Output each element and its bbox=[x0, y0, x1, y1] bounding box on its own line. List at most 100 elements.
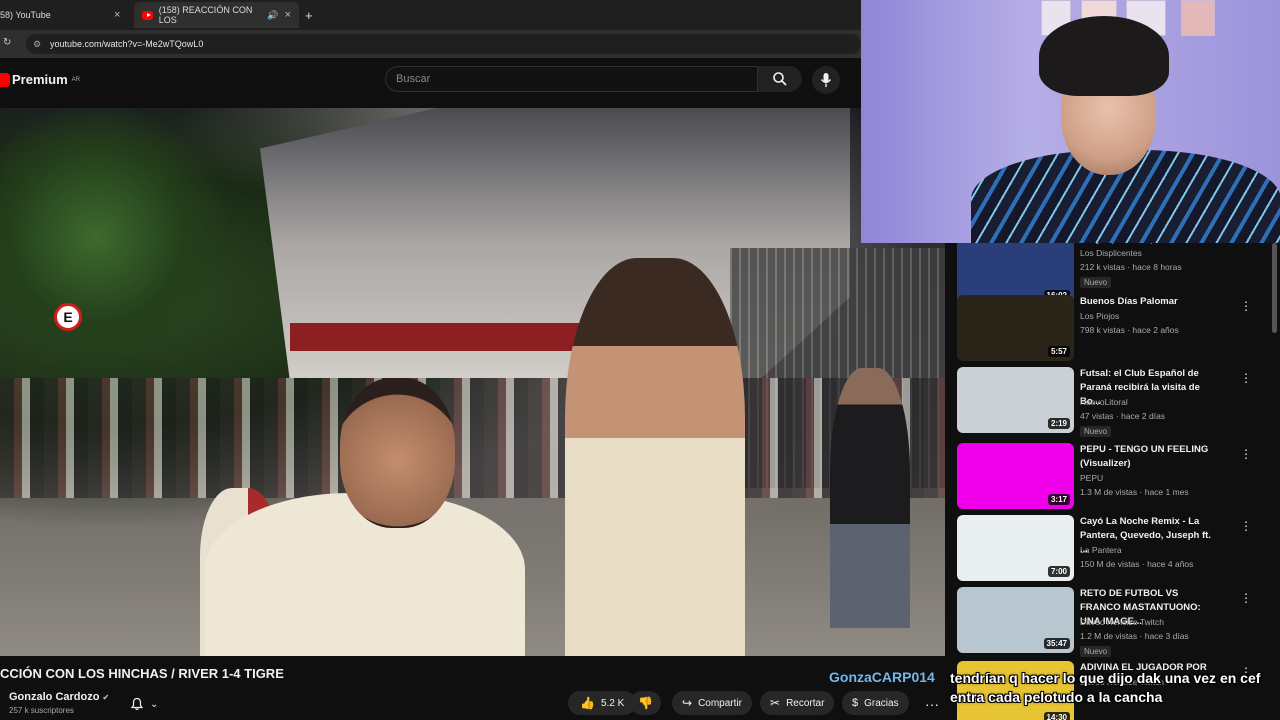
like-button[interactable]: 👍 5.2 K bbox=[568, 691, 637, 715]
notification-bell-button[interactable]: ⌄ bbox=[130, 694, 166, 714]
video-channel[interactable]: Davoo Xeneize Twitch bbox=[1080, 617, 1164, 627]
video-duration: 3:17 bbox=[1047, 494, 1070, 505]
dislike-button[interactable]: 👎 bbox=[630, 691, 661, 715]
logo-text: Premium bbox=[12, 72, 68, 87]
video-thumbnail[interactable]: 3:17 bbox=[957, 443, 1074, 509]
video-player[interactable]: E bbox=[0, 108, 945, 656]
site-info-icon[interactable]: ⚙ bbox=[33, 34, 41, 54]
sidebar-scrollbar[interactable] bbox=[1272, 243, 1277, 333]
like-count: 5.2 K bbox=[600, 697, 625, 709]
clip-button[interactable]: ✂ Recortar bbox=[760, 691, 835, 715]
close-icon[interactable]: × bbox=[114, 9, 120, 21]
more-options-icon[interactable]: ⋮ bbox=[1240, 591, 1252, 605]
video-duration: 2:19 bbox=[1047, 418, 1070, 429]
streamer-hair bbox=[1039, 16, 1169, 96]
tab-youtube[interactable]: 58) YouTube bbox=[0, 2, 51, 28]
chat-username: GonzaCARP014 bbox=[829, 669, 935, 685]
tab-active-video[interactable]: (158) REACCIÓN CON LOS 🔊 × bbox=[134, 2, 299, 28]
url-input[interactable]: ⚙ youtube.com/watch?v=-Me2wTQowL0 bbox=[26, 34, 861, 54]
share-button[interactable]: ↪ Compartir bbox=[672, 691, 752, 715]
channel-name[interactable]: Gonzalo Cardozo ✔ bbox=[9, 691, 109, 703]
video-views-age: 1.3 M de vistas · hace 1 mes bbox=[1080, 487, 1189, 497]
youtube-logo-icon bbox=[0, 72, 10, 87]
related-videos-sidebar: 16:02Amigos | Torneo Apertura 2025Los Di… bbox=[945, 243, 1280, 720]
wall-poster bbox=[1181, 0, 1215, 36]
channel-name-text[interactable]: Gonzalo Cardozo bbox=[9, 691, 99, 703]
thanks-icon: $ bbox=[852, 697, 859, 709]
new-badge: Nuevo bbox=[1080, 646, 1112, 657]
video-channel[interactable]: NuevoLitoral bbox=[1080, 397, 1128, 407]
sidebar-video-item[interactable]: 7:00 Cayó La Noche Remix - La Pantera, Qu… bbox=[957, 515, 1257, 581]
streamer-webcam bbox=[861, 0, 1280, 243]
video-views-age: 150 M de vistas · hace 4 años bbox=[1080, 559, 1194, 569]
search-input[interactable]: Buscar bbox=[385, 66, 758, 92]
video-person-reporter bbox=[565, 258, 745, 656]
video-channel[interactable]: PEPU bbox=[1080, 473, 1103, 483]
plus-icon[interactable]: + bbox=[305, 8, 313, 23]
video-views-age: 212 k vistas · hace 8 horas bbox=[1080, 262, 1182, 272]
subscriber-count: 257 k suscriptores bbox=[9, 706, 74, 715]
verified-icon: ✔ bbox=[102, 693, 110, 702]
video-person-walker bbox=[830, 368, 910, 628]
search-icon bbox=[773, 72, 787, 86]
thumbs-up-icon: 👍 bbox=[580, 696, 595, 710]
sidebar-video-item[interactable]: 2:19 Futsal: el Club Español de Paraná re… bbox=[957, 367, 1257, 437]
tab-label: 58) YouTube bbox=[0, 10, 51, 20]
video-views-age: 1.2 M de vistas · hace 3 días bbox=[1080, 631, 1189, 641]
more-options-icon[interactable]: ⋮ bbox=[1240, 447, 1252, 461]
no-parking-sign: E bbox=[54, 303, 82, 331]
region-code: AR bbox=[71, 76, 80, 83]
video-thumbnail[interactable]: 5:57 bbox=[957, 295, 1074, 361]
video-scene-stadium-band bbox=[290, 323, 580, 351]
tab-label: (158) REACCIÓN CON LOS bbox=[158, 5, 253, 25]
video-person-face bbox=[340, 378, 455, 528]
new-tab-button[interactable]: + bbox=[305, 2, 313, 28]
sidebar-video-item[interactable]: 35:47 RETO DE FUTBOL VS FRANCO MASTANTUON… bbox=[957, 587, 1257, 657]
video-channel[interactable]: La Pantera bbox=[1080, 545, 1122, 555]
browser-tabbar: 58) YouTube × (158) REACCIÓN CON LOS 🔊 ×… bbox=[0, 0, 861, 30]
close-icon[interactable]: × bbox=[285, 9, 291, 21]
clip-label: Recortar bbox=[786, 697, 825, 709]
video-thumbnail[interactable]: 2:19 bbox=[957, 367, 1074, 433]
reload-icon[interactable]: ↻ bbox=[3, 37, 11, 48]
video-views-age: 798 k vistas · hace 2 años bbox=[1080, 325, 1179, 335]
video-duration: 14:30 bbox=[1043, 712, 1070, 720]
video-views-age: 47 vistas · hace 2 días bbox=[1080, 411, 1166, 421]
sidebar-video-item[interactable]: 3:17 PEPU - TENGO UN FEELING (Visualizer)… bbox=[957, 443, 1257, 509]
video-title[interactable]: Buenos Días Palomar bbox=[1080, 295, 1220, 309]
video-scene-crowd bbox=[0, 378, 945, 498]
bell-icon bbox=[130, 697, 144, 711]
video-thumbnail[interactable]: 7:00 bbox=[957, 515, 1074, 581]
share-label: Compartir bbox=[698, 697, 742, 709]
search-button[interactable] bbox=[758, 66, 802, 92]
sidebar-video-item[interactable]: 5:57 Buenos Días Palomar Los Piojos 798 k v… bbox=[957, 295, 1257, 361]
url-text: youtube.com/watch?v=-Me2wTQowL0 bbox=[50, 39, 204, 49]
video-scene-trees bbox=[0, 108, 240, 368]
video-channel[interactable]: Los Piojos bbox=[1080, 311, 1119, 321]
chevron-down-icon[interactable]: ⌄ bbox=[150, 699, 158, 710]
new-badge: Nuevo bbox=[1080, 277, 1112, 288]
youtube-header: Premium AR Buscar bbox=[0, 58, 861, 108]
new-badge: Nuevo bbox=[1080, 426, 1112, 437]
chat-message: tendrían q hacer lo que dijo dak una vez… bbox=[950, 670, 1261, 705]
video-title: CCIÓN CON LOS HINCHAS / RIVER 1-4 TIGRE bbox=[0, 666, 284, 681]
speaker-icon[interactable]: 🔊 bbox=[267, 10, 278, 21]
thanks-button[interactable]: $ Gracias bbox=[842, 691, 909, 715]
share-icon: ↪ bbox=[682, 696, 693, 710]
more-actions-button[interactable]: ··· bbox=[925, 696, 939, 712]
voice-search-button[interactable] bbox=[812, 66, 840, 94]
video-title[interactable]: PEPU - TENGO UN FEELING (Visualizer) bbox=[1080, 443, 1220, 471]
microphone-icon bbox=[820, 73, 832, 87]
youtube-premium-logo[interactable]: Premium AR bbox=[0, 72, 80, 87]
video-title[interactable]: Amigos | Torneo Apertura 2025 bbox=[1080, 243, 1220, 247]
thumbs-down-icon: 👎 bbox=[638, 696, 653, 710]
video-thumbnail[interactable]: 35:47 bbox=[957, 587, 1074, 653]
youtube-favicon-icon bbox=[142, 10, 153, 20]
more-options-icon[interactable]: ⋮ bbox=[1240, 519, 1252, 533]
more-options-icon[interactable]: ⋮ bbox=[1240, 299, 1252, 313]
more-options-icon[interactable]: ⋮ bbox=[1240, 371, 1252, 385]
tab-close-button[interactable]: × bbox=[114, 2, 120, 28]
browser-address-bar: ↻ ⚙ youtube.com/watch?v=-Me2wTQowL0 bbox=[0, 30, 861, 58]
search-placeholder: Buscar bbox=[396, 73, 431, 85]
video-channel[interactable]: Los Displicentes bbox=[1080, 248, 1142, 258]
